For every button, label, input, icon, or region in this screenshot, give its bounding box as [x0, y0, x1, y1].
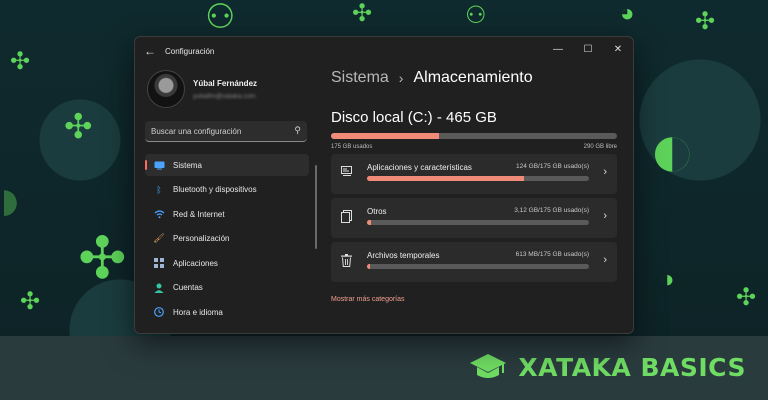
category-otros[interactable]: Otros 3,12 GB/175 GB usado(s) › — [331, 198, 617, 238]
brand-logo: XATAKA BASICS — [468, 350, 746, 384]
user-email: yubalfm@xataka.com — [193, 92, 256, 100]
category-name: Otros — [367, 207, 387, 216]
show-more-categories-link[interactable]: Mostrar más categorías — [331, 296, 621, 303]
decor-icon: ✣ — [10, 48, 31, 75]
disk-usage-bar — [331, 133, 617, 139]
breadcrumb: Sistema › Almacenamiento — [331, 67, 621, 89]
category-usage-fill — [367, 264, 371, 269]
chevron-right-icon: › — [398, 70, 404, 86]
category-size: 3,12 GB/175 GB usado(s) — [514, 207, 589, 214]
sidebar-item-label: Sistema — [173, 160, 202, 170]
free-label: 290 GB libre — [583, 144, 617, 150]
window-title: Configuración — [165, 46, 215, 56]
avatar — [147, 70, 185, 108]
sidebar-item-hora[interactable]: Hora e idioma — [145, 301, 309, 323]
search-input[interactable]: Buscar una configuración ⚲ — [145, 121, 307, 142]
category-usage-bar — [367, 176, 589, 181]
category-size: 124 GB/175 GB usado(s) — [516, 163, 589, 170]
category-usage-fill — [367, 176, 525, 181]
page-title: Almacenamiento — [413, 69, 533, 86]
decor-icon: ✣ — [736, 284, 757, 311]
wifi-icon — [153, 208, 165, 220]
sidebar-item-sistema[interactable]: Sistema — [145, 154, 309, 176]
chevron-right-icon: › — [603, 166, 607, 178]
back-arrow-icon[interactable]: ← — [135, 44, 165, 58]
brand-bar: XATAKA BASICS — [0, 336, 768, 400]
apps-icon — [153, 257, 165, 269]
decor-icon: ✣ — [64, 108, 93, 146]
sidebar-item-label: Aplicaciones — [173, 258, 218, 268]
category-name: Aplicaciones y características — [367, 163, 472, 172]
sidebar-item-label: Red & Internet — [173, 209, 225, 219]
decor-icon: ◕ — [620, 0, 635, 27]
nav-list: Sistema ᛒ Bluetooth y dispositivos Red &… — [145, 154, 309, 323]
close-button[interactable]: ✕ — [603, 37, 633, 65]
user-profile[interactable]: Yúbal Fernández yubalfm@xataka.com — [145, 67, 309, 111]
trash-icon — [341, 254, 355, 268]
sidebar-item-label: Hora e idioma — [173, 307, 223, 317]
sidebar-item-label: Personalización — [173, 234, 230, 243]
decor-icon: ✣ — [695, 8, 716, 35]
used-label: 175 GB usados — [331, 144, 373, 150]
search-icon: ⚲ — [294, 125, 301, 135]
apps-list-icon — [341, 166, 355, 180]
breadcrumb-parent[interactable]: Sistema — [331, 69, 389, 87]
sidebar-item-bluetooth[interactable]: ᛒ Bluetooth y dispositivos — [145, 179, 309, 201]
disk-title: Disco local (C:) - 465 GB — [331, 109, 497, 126]
globe-clock-icon — [153, 306, 165, 318]
settings-window: ← Configuración — ☐ ✕ Yúbal Fernández yu… — [134, 36, 634, 334]
person-icon — [153, 282, 165, 294]
decor-icon: ⚇ — [205, 0, 236, 36]
category-usage-bar — [367, 264, 589, 269]
decor-icon: ✣ — [352, 0, 373, 27]
sidebar-item-red[interactable]: Red & Internet — [145, 203, 309, 225]
category-temporales[interactable]: Archivos temporales 613 MB/175 GB usado(… — [331, 242, 617, 282]
category-usage-fill — [367, 220, 371, 225]
title-bar: ← Configuración — ☐ ✕ — [135, 37, 633, 65]
user-name: Yúbal Fernández — [193, 78, 258, 88]
category-apps[interactable]: Aplicaciones y características 124 GB/17… — [331, 154, 617, 194]
category-name: Archivos temporales — [367, 251, 440, 260]
category-size: 613 MB/175 GB usado(s) — [515, 251, 589, 258]
category-usage-bar — [367, 220, 589, 225]
chevron-right-icon: › — [603, 210, 607, 222]
decor-icon: ✣ — [78, 226, 127, 291]
bluetooth-icon: ᛒ — [156, 184, 162, 195]
sidebar-item-label: Cuentas — [173, 283, 203, 292]
monitor-icon — [153, 159, 165, 171]
search-placeholder: Buscar una configuración — [151, 126, 242, 136]
chevron-right-icon: › — [603, 254, 607, 266]
decor-icon: ◐ — [648, 105, 697, 194]
window-controls: — ☐ ✕ — [543, 37, 633, 65]
scrollbar[interactable] — [315, 165, 317, 249]
sidebar-item-aplicaciones[interactable]: Aplicaciones — [145, 252, 309, 274]
sidebar: Yúbal Fernández yubalfm@xataka.com Busca… — [145, 67, 309, 326]
sidebar-item-label: Bluetooth y dispositivos — [173, 185, 257, 194]
brush-icon: 🖌︎ — [153, 233, 165, 243]
sidebar-item-cuentas[interactable]: Cuentas — [145, 277, 309, 299]
decor-icon: ◗ — [0, 166, 29, 233]
files-icon — [341, 210, 355, 224]
maximize-button[interactable]: ☐ — [573, 37, 603, 65]
brand-name: XATAKA BASICS — [518, 352, 746, 382]
decor-icon: ✣ — [20, 288, 41, 315]
decor-icon: ⚇ — [465, 2, 487, 29]
sidebar-item-personalizacion[interactable]: 🖌︎ Personalización — [145, 228, 309, 250]
minimize-button[interactable]: — — [543, 37, 573, 65]
graduation-cap-icon — [470, 354, 507, 378]
main-content: Sistema › Almacenamiento Disco local (C:… — [331, 67, 621, 303]
disk-usage-fill — [331, 133, 439, 139]
decor-icon: ◑ — [660, 266, 675, 293]
